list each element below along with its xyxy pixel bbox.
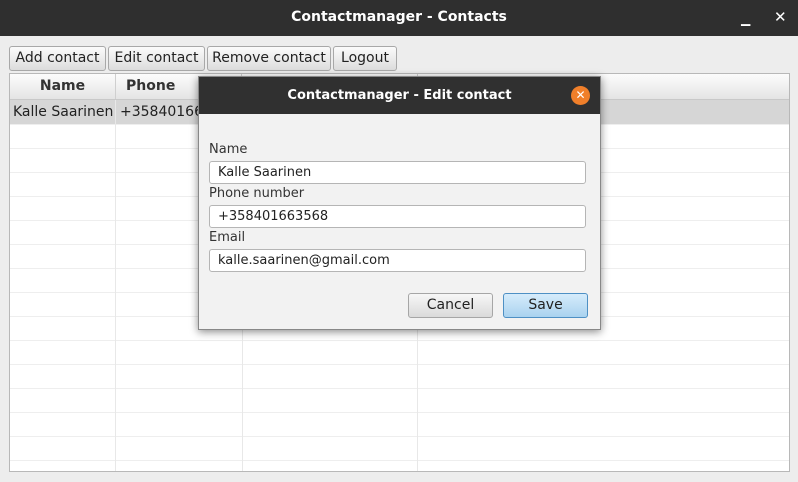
- cell-empty: [418, 388, 789, 412]
- window-title: Contactmanager - Contacts: [291, 9, 507, 25]
- cell-empty: [418, 364, 789, 388]
- cell-empty: [243, 364, 418, 388]
- dialog-titlebar: Contactmanager - Edit contact ✕: [199, 77, 600, 114]
- table-row-empty[interactable]: [10, 364, 789, 389]
- cell-empty: [10, 388, 116, 412]
- cell-empty: [418, 436, 789, 460]
- phone-field[interactable]: +358401663568: [209, 205, 586, 228]
- dialog-close-icon[interactable]: ✕: [571, 86, 590, 105]
- cell-empty: [116, 436, 243, 460]
- cell-empty: [418, 460, 789, 471]
- edit-contact-dialog: Contactmanager - Edit contact ✕ Name Kal…: [198, 76, 601, 330]
- cell-empty: [418, 412, 789, 436]
- cell-empty: [10, 220, 116, 244]
- cell-empty: [10, 364, 116, 388]
- remove-contact-button[interactable]: Remove contact: [207, 46, 331, 71]
- dialog-title: Contactmanager - Edit contact: [287, 88, 512, 103]
- cell-empty: [10, 196, 116, 220]
- phone-label: Phone number: [209, 186, 305, 201]
- cell-empty: [10, 412, 116, 436]
- name-field[interactable]: Kalle Saarinen: [209, 161, 586, 184]
- window-titlebar: Contactmanager - Contacts ▁ ✕: [0, 0, 798, 36]
- cell-empty: [243, 460, 418, 471]
- cell-empty: [116, 364, 243, 388]
- cell-empty: [243, 388, 418, 412]
- cell-empty: [10, 124, 116, 148]
- cell-empty: [10, 460, 116, 471]
- cell-empty: [116, 340, 243, 364]
- cell-empty: [10, 436, 116, 460]
- logout-button[interactable]: Logout: [333, 46, 397, 71]
- cell-empty: [10, 316, 116, 340]
- cell-empty: [116, 412, 243, 436]
- email-label: Email: [209, 230, 246, 245]
- close-icon[interactable]: ✕: [774, 0, 787, 36]
- table-row-empty[interactable]: [10, 340, 789, 365]
- email-field[interactable]: kalle.saarinen@gmail.com: [209, 249, 586, 272]
- cell-name: Kalle Saarinen: [10, 100, 116, 124]
- cell-empty: [243, 340, 418, 364]
- cell-empty: [116, 460, 243, 471]
- save-button[interactable]: Save: [503, 293, 588, 318]
- cell-empty: [418, 340, 789, 364]
- minimize-icon[interactable]: ▁: [741, 2, 750, 38]
- edit-contact-button[interactable]: Edit contact: [108, 46, 205, 71]
- cell-empty: [116, 388, 243, 412]
- cell-empty: [10, 268, 116, 292]
- table-row-empty[interactable]: [10, 412, 789, 437]
- cell-empty: [10, 340, 116, 364]
- table-row-empty[interactable]: [10, 436, 789, 461]
- table-row-empty[interactable]: [10, 460, 789, 471]
- column-header-name[interactable]: Name: [10, 74, 116, 99]
- add-contact-button[interactable]: Add contact: [9, 46, 106, 71]
- cell-empty: [10, 292, 116, 316]
- table-row-empty[interactable]: [10, 388, 789, 413]
- cell-empty: [243, 436, 418, 460]
- name-label: Name: [209, 142, 248, 157]
- cancel-button[interactable]: Cancel: [408, 293, 493, 318]
- cell-empty: [10, 148, 116, 172]
- cell-empty: [10, 244, 116, 268]
- cell-empty: [243, 412, 418, 436]
- cell-empty: [10, 172, 116, 196]
